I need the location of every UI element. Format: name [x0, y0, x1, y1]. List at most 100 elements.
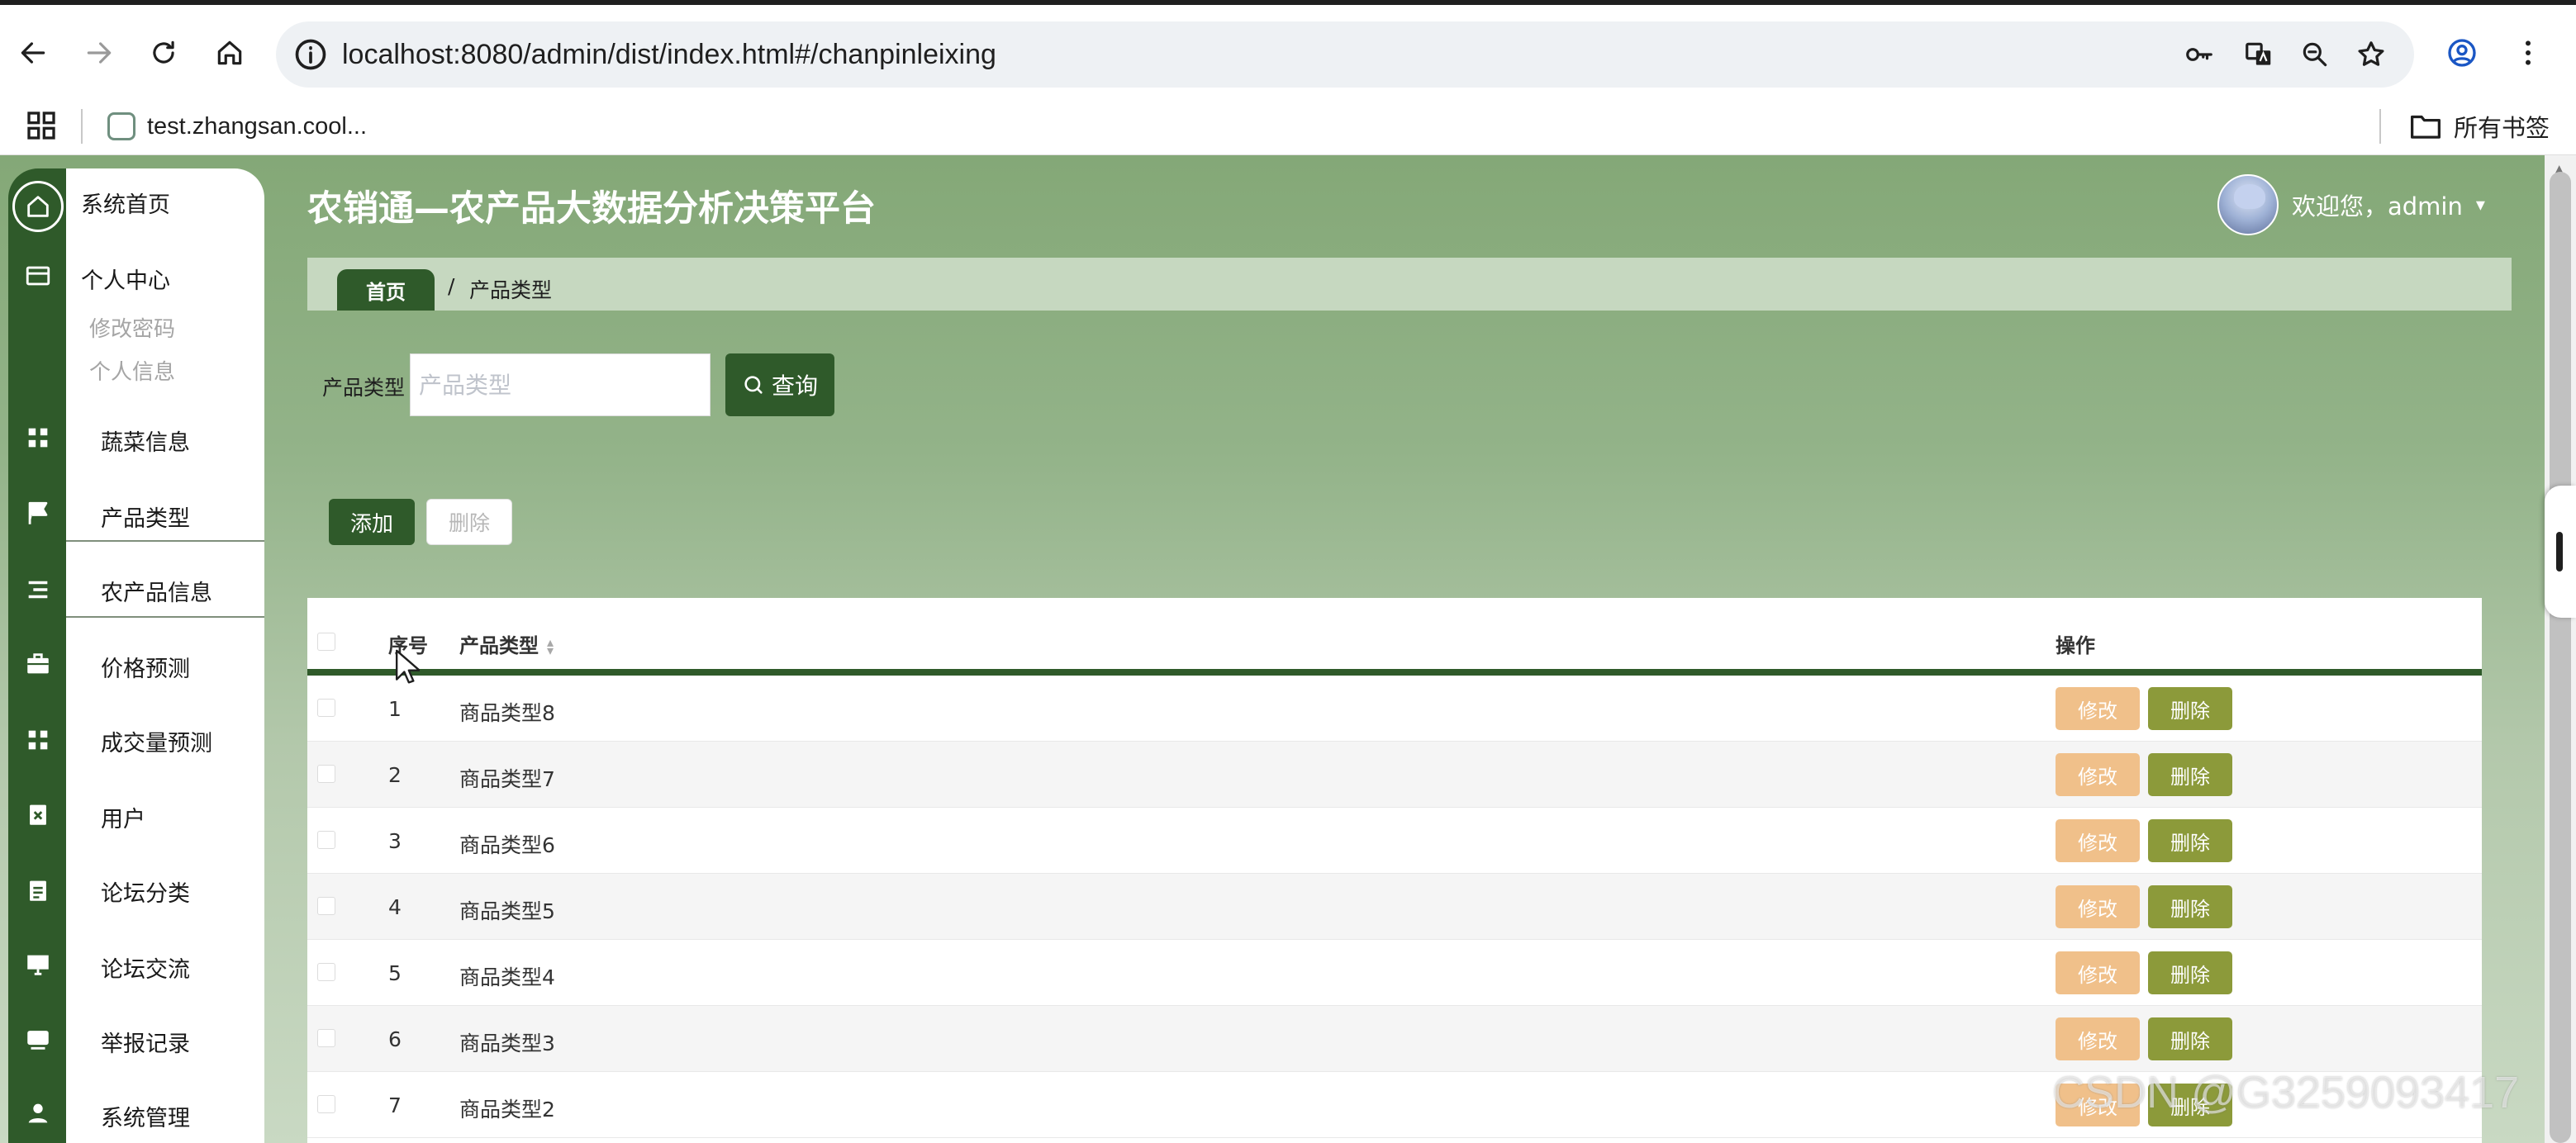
edit-button[interactable]: 修改	[2056, 753, 2140, 796]
batch-delete-button[interactable]: 删除	[426, 499, 512, 545]
profile-button[interactable]	[2439, 30, 2485, 76]
delete-button[interactable]: 删除	[2148, 951, 2232, 994]
forward-button[interactable]	[76, 30, 122, 76]
monitor-icon[interactable]	[8, 935, 68, 994]
person-icon[interactable]	[8, 1084, 68, 1143]
translate-icon	[2246, 42, 2271, 65]
sidebar-item-forum-category[interactable]: 论坛分类	[101, 875, 190, 908]
sidebar-divider	[66, 540, 264, 542]
reload-button[interactable]	[140, 30, 187, 76]
sort-icon[interactable]: ▴ ▾	[547, 636, 554, 657]
all-bookmarks-button[interactable]: 所有书签	[2409, 106, 2550, 147]
row-checkbox[interactable]	[317, 831, 335, 849]
clipboard-x-icon[interactable]	[8, 785, 68, 844]
search-label: 产品类型	[322, 376, 406, 400]
sidebar-subitem-change-password[interactable]: 修改密码	[89, 312, 175, 343]
sidebar-item-vegetable-info[interactable]: 蔬菜信息	[101, 424, 190, 457]
side-panel-handle[interactable]	[2545, 486, 2576, 618]
grid-icon[interactable]	[8, 710, 68, 770]
bookmark-link[interactable]: test.zhangsan.cool...	[107, 106, 367, 147]
select-all-checkbox[interactable]	[317, 633, 335, 651]
row-checkbox[interactable]	[317, 897, 335, 915]
column-header-actions: 操作	[2056, 634, 2095, 657]
search-input[interactable]	[410, 353, 711, 416]
add-button[interactable]: 添加	[329, 499, 415, 545]
grid-icon[interactable]	[8, 408, 68, 467]
list-icon[interactable]	[8, 560, 68, 619]
breadcrumb-separator: /	[448, 274, 455, 298]
row-checkbox[interactable]	[317, 699, 335, 717]
delete-button[interactable]: 删除	[2148, 819, 2232, 862]
browser-menu-button[interactable]	[2505, 30, 2551, 76]
table-row: 5 商品类型4 修改 删除	[307, 940, 2482, 1006]
delete-button[interactable]: 删除	[2148, 885, 2232, 928]
search-button[interactable]: 查询	[725, 353, 834, 416]
zoom-button[interactable]	[2292, 21, 2338, 88]
user-menu[interactable]: 欢迎您，admin ▾	[2217, 173, 2485, 236]
sidebar-item-personal-center[interactable]: 个人中心	[81, 263, 170, 295]
zoom-magnifier-icon	[2303, 42, 2327, 67]
sidebar-item-price-forecast[interactable]: 价格预测	[101, 651, 190, 683]
bookmarks-bar: test.zhangsan.cool... 所有书签	[0, 97, 2576, 155]
delete-button[interactable]: 删除	[2148, 687, 2232, 730]
flag-icon[interactable]	[8, 484, 68, 543]
apps-grid-icon[interactable]	[25, 109, 58, 142]
row-product-type: 商品类型2	[459, 1098, 555, 1122]
password-key-button[interactable]	[2176, 21, 2222, 88]
translate-button[interactable]	[2236, 21, 2282, 88]
sidebar-item-system-management[interactable]: 系统管理	[101, 1100, 190, 1132]
row-checkbox[interactable]	[317, 963, 335, 981]
back-button[interactable]	[10, 30, 56, 76]
sidebar-item-volume-forecast[interactable]: 成交量预测	[101, 725, 212, 757]
row-index: 6	[388, 1027, 402, 1051]
edit-button[interactable]: 修改	[2056, 819, 2140, 862]
mouse-cursor-icon	[395, 649, 420, 684]
delete-button[interactable]: 删除	[2148, 753, 2232, 796]
sidebar-item-agri-product-info[interactable]: 农产品信息	[101, 575, 212, 607]
row-product-type: 商品类型5	[459, 899, 555, 923]
home-outline-icon	[217, 40, 242, 65]
search-icon	[744, 376, 763, 394]
address-bar[interactable]: localhost:8080/admin/dist/index.html#/ch…	[276, 21, 2414, 88]
home-button[interactable]	[207, 30, 253, 76]
page-title: 农销通—农产品大数据分析决策平台	[307, 188, 876, 230]
bookmark-divider	[81, 109, 83, 144]
sidebar-item-users[interactable]: 用户	[101, 801, 145, 833]
all-bookmarks-label: 所有书签	[2454, 114, 2550, 142]
row-checkbox[interactable]	[317, 1095, 335, 1113]
url-text[interactable]: localhost:8080/admin/dist/index.html#/ch…	[342, 21, 996, 88]
clipboard-icon[interactable]	[8, 861, 68, 920]
page-scrollbar-thumb[interactable]	[2550, 172, 2571, 1143]
breadcrumb-home[interactable]: 首页	[337, 269, 435, 311]
table-row: 6 商品类型3 修改 删除	[307, 1006, 2482, 1072]
edit-button[interactable]: 修改	[2056, 885, 2140, 928]
bookmark-star-button[interactable]	[2348, 21, 2394, 88]
sidebar-item-report-records[interactable]: 举报记录	[101, 1026, 190, 1058]
edit-button[interactable]: 修改	[2056, 951, 2140, 994]
row-product-type: 商品类型7	[459, 767, 555, 791]
site-info-icon[interactable]	[292, 36, 329, 73]
bookmark-label: test.zhangsan.cool...	[147, 112, 367, 140]
column-header-product-type[interactable]: 产品类型 ▴ ▾	[459, 629, 554, 658]
row-index: 2	[388, 763, 402, 787]
sidebar-item-product-type[interactable]: 产品类型	[101, 500, 190, 533]
sidebar-subitem-personal-info[interactable]: 个人信息	[89, 355, 175, 386]
avatar[interactable]	[2217, 174, 2279, 235]
row-product-type: 商品类型8	[459, 701, 555, 725]
sidebar-item-home[interactable]: 系统首页	[81, 187, 170, 219]
row-checkbox[interactable]	[317, 765, 335, 783]
row-checkbox[interactable]	[317, 1029, 335, 1047]
edit-button[interactable]: 修改	[2056, 687, 2140, 730]
sidebar-item-forum-exchange[interactable]: 论坛交流	[101, 951, 190, 984]
chevron-down-icon[interactable]: ▾	[2476, 195, 2485, 216]
delete-button[interactable]: 删除	[2148, 1017, 2232, 1060]
row-product-type: 商品类型4	[459, 965, 555, 989]
table-header: 序号 产品类型 ▴ ▾ 操作	[307, 598, 2482, 671]
id-card-icon[interactable]	[8, 246, 68, 306]
account-circle-icon	[2448, 39, 2476, 67]
tray-icon[interactable]	[8, 1009, 68, 1069]
home-icon[interactable]	[12, 181, 64, 232]
briefcase-icon[interactable]	[8, 634, 68, 694]
edit-button[interactable]: 修改	[2056, 1017, 2140, 1060]
welcome-text[interactable]: 欢迎您，admin	[2292, 187, 2463, 222]
